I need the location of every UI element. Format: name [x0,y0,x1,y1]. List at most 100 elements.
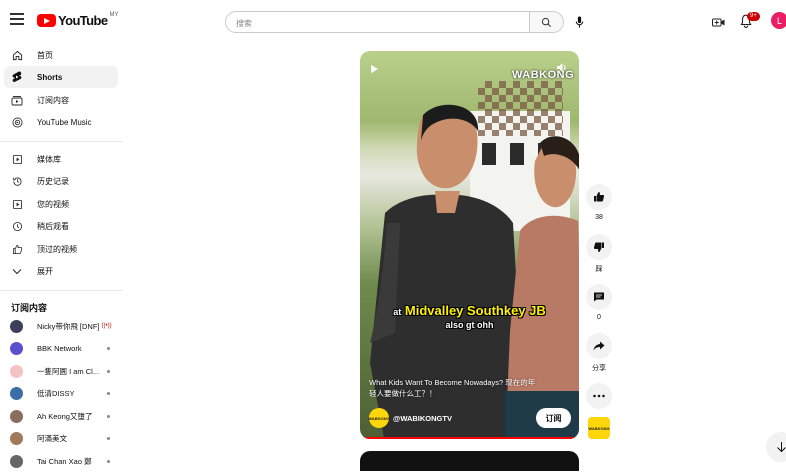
subscriptions-icon [4,95,30,106]
logo-text: YouTube [58,13,107,28]
channel-name: BBK Network [37,344,82,353]
channel-avatar [10,365,23,378]
share-action[interactable]: 分享 [586,333,612,373]
channel-avatar [10,432,23,445]
new-content-dot [107,437,110,440]
share-icon [593,340,605,352]
progress-bar[interactable] [360,437,579,439]
library-icon [4,154,30,165]
sidebar-item-label: YouTube Music [37,118,92,127]
sidebar-item-expand[interactable]: 展开 [4,260,118,282]
new-content-dot [107,392,110,395]
mic-icon[interactable] [573,15,585,29]
channel-handle[interactable]: @WABIKONGTV [393,414,452,423]
video-caption-line2: also gt ohh [360,320,579,330]
new-content-dot [107,460,110,463]
sidebar-item-liked[interactable]: 顶过的视频 [4,238,118,260]
sidebar-item-label: 订阅内容 [37,95,69,106]
sidebar-item-label: Shorts [37,73,62,82]
comment-icon [593,291,605,303]
sidebar-item-home[interactable]: 首页 [4,44,118,66]
channel-avatar [10,387,23,400]
sidebar-divider [0,290,122,291]
subscription-item[interactable]: 一隻阿圓 I am Cl... [4,360,118,382]
live-icon: ((•)) [102,323,112,329]
video-title[interactable]: What Kids Want To Become Nowadays? 现在的年轻… [369,377,541,399]
sidebar-item-subscriptions[interactable]: 订阅内容 [4,89,118,111]
sidebar-item-label: 展开 [37,266,53,277]
youtube-logo[interactable]: YouTube MY [37,13,118,28]
video-caption-line1: at Midvalley Southkey JB [360,303,579,318]
dislike-action[interactable]: 踩 [586,234,612,274]
sound-thumbnail[interactable]: WABKONG [588,417,610,439]
create-icon[interactable] [712,15,725,33]
sidebar-item-label: 稍后观看 [37,221,69,232]
search-input[interactable]: 搜索 [225,11,530,33]
channel-name: Tai Chan Xao 鄭 [37,456,92,467]
comment-button[interactable] [586,284,612,310]
channel-avatar [10,320,23,333]
channel-name: 低清DISSY [37,388,75,399]
caption-at: at [393,307,401,317]
more-button[interactable] [586,383,612,409]
like-action[interactable]: 38 [586,184,612,221]
home-icon [4,50,30,61]
sidebar-item-your-videos[interactable]: 您的视频 [4,193,118,215]
like-icon [4,244,30,255]
sidebar-item-label: 历史记录 [37,176,69,187]
new-content-dot [107,347,110,350]
sidebar: 首页 Shorts 订阅内容 YouTube Music 媒体库 历史记录 您的… [0,44,122,461]
volume-icon[interactable] [556,60,568,78]
watch-later-icon [4,221,30,232]
sidebar-item-history[interactable]: 历史记录 [4,170,118,192]
subscription-item[interactable]: 低清DISSY [4,382,118,404]
search-button[interactable] [529,11,564,33]
subscription-item[interactable]: Nicky带你飛 [DNF] ((•)) [4,315,118,337]
channel-name: 一隻阿圓 I am Cl... [37,366,99,377]
notification-badge: 9+ [747,12,760,21]
share-button[interactable] [586,333,612,359]
channel-avatar [10,410,23,423]
channel-name: Nicky带你飛 [DNF] [37,321,100,332]
more-action[interactable] [586,383,612,409]
subscribe-button[interactable]: 订阅 [536,408,571,428]
subscription-item[interactable]: Ah Keong又墮了 [4,405,118,427]
account-avatar[interactable]: L [771,12,786,29]
dislike-button[interactable] [586,234,612,260]
channel-logo[interactable]: WABKONG [369,408,389,428]
sidebar-item-watch-later[interactable]: 稍后观看 [4,215,118,237]
subscriptions-heading: 订阅内容 [11,301,47,314]
menu-icon[interactable] [10,13,24,27]
your-videos-icon [4,199,30,210]
comment-action[interactable]: 0 [586,284,612,321]
next-short-preview[interactable] [360,451,579,471]
subscription-item[interactable]: 阿滿美文 [4,427,118,449]
channel-name: 阿滿美文 [37,433,67,444]
subscription-item[interactable]: BBK Network [4,337,118,359]
channel-name: Ah Keong又墮了 [37,411,92,422]
channel-avatar [10,342,23,355]
sidebar-item-music[interactable]: YouTube Music [4,111,118,133]
youtube-play-icon [37,14,56,27]
history-icon [4,176,30,187]
next-button[interactable] [766,432,786,462]
top-bar: YouTube MY 搜索 9+ L [0,0,786,44]
new-content-dot [107,415,110,418]
sidebar-item-library[interactable]: 媒体库 [4,148,118,170]
shorts-icon [4,71,30,83]
play-icon[interactable] [370,61,379,79]
like-button[interactable] [586,184,612,210]
subscription-item[interactable]: Tai Chan Xao 鄭 [4,450,118,472]
short-video-player[interactable]: WABKONG at Midvalley Southkey JB also gt… [360,51,579,439]
music-icon [4,117,30,128]
caption-location: Midvalley Southkey JB [405,303,546,318]
sidebar-item-label: 您的视频 [37,199,69,210]
new-content-dot [107,370,110,373]
chevron-down-icon [4,268,30,275]
like-icon [593,191,605,203]
sidebar-item-shorts[interactable]: Shorts [4,66,118,88]
comment-count: 0 [586,314,612,321]
progress-fill [360,437,579,439]
logo-region: MY [109,12,118,18]
arrow-down-icon [776,441,786,453]
